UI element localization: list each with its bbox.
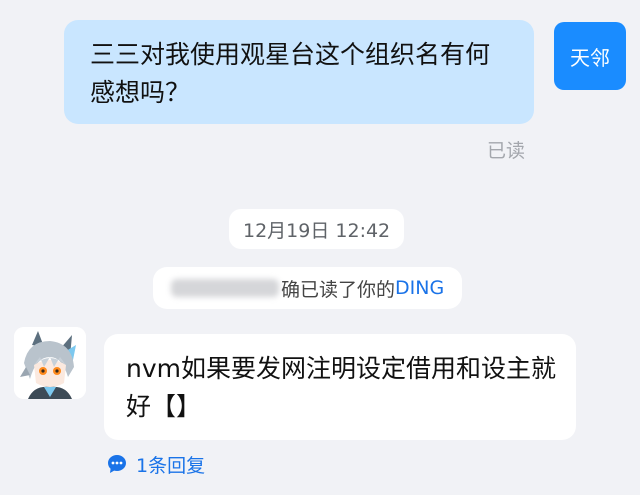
- anime-character-avatar-icon: [14, 327, 86, 399]
- outgoing-message-text: 三三对我使用观星台这个组织名有何感想吗？: [90, 40, 491, 107]
- blurred-name: [171, 279, 279, 297]
- read-status: 已读: [487, 140, 526, 162]
- comment-icon: [108, 455, 126, 473]
- ding-link[interactable]: DING: [395, 277, 444, 299]
- incoming-message-bubble[interactable]: nvm如果要发网注明设定借用和设主就好【】: [104, 334, 576, 440]
- my-avatar-label: 天邻: [570, 45, 610, 70]
- outgoing-message-bubble[interactable]: 三三对我使用观星台这个组织名有何感想吗？: [64, 20, 534, 124]
- reply-count-link[interactable]: 1条回复: [106, 450, 205, 478]
- sender-avatar[interactable]: [14, 327, 86, 399]
- ding-read-notice: 确已读了你的 DING: [153, 267, 463, 309]
- incoming-message-text: nvm如果要发网注明设定借用和设主就好【】: [126, 354, 556, 421]
- ding-notice-text: 确已读了你的: [281, 278, 396, 301]
- reply-count-text: 1条回复: [136, 454, 206, 477]
- timestamp-text: 12月19日 12:42: [243, 219, 391, 242]
- my-avatar[interactable]: 天邻: [554, 22, 626, 90]
- timestamp-divider: 12月19日 12:42: [229, 209, 405, 249]
